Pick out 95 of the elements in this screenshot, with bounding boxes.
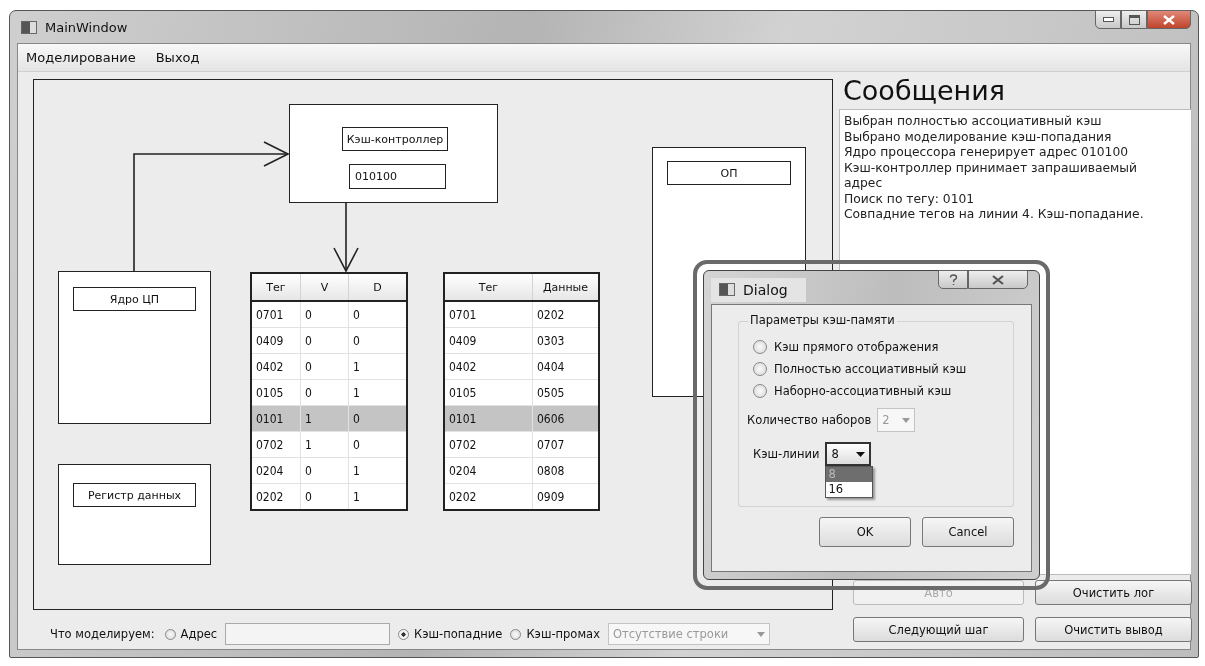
close-button[interactable] <box>1147 10 1191 29</box>
block-label: Ядро ЦП <box>73 287 196 311</box>
table-row[interactable]: 0101 1 0 <box>251 405 407 432</box>
close-icon <box>992 274 1004 285</box>
table-cell: 0409 <box>251 327 301 354</box>
column-header: Данные <box>532 273 599 301</box>
maximize-button[interactable] <box>1121 10 1147 29</box>
table-cell: 0 <box>300 353 349 380</box>
table-row[interactable]: 0402 0 1 <box>251 353 407 380</box>
table-row[interactable]: 0409 0303 <box>444 327 599 354</box>
radio-icon[interactable] <box>753 384 767 398</box>
group-title: Параметры кэш-памяти <box>748 313 897 327</box>
menu-item[interactable]: Моделирование <box>26 50 136 65</box>
caret-icon <box>756 631 765 637</box>
radio-icon[interactable] <box>753 362 767 376</box>
close-icon <box>1163 14 1175 25</box>
radio-option[interactable]: Полностью ассоциативный кэш <box>753 362 1005 376</box>
minimize-button[interactable] <box>1095 10 1121 29</box>
block-label: ОП <box>667 161 791 185</box>
table-cell: 0402 <box>251 353 301 380</box>
table-row[interactable]: 0702 0707 <box>444 431 599 458</box>
table-cell: 0 <box>300 457 349 484</box>
window-icon <box>21 20 37 34</box>
column-header: Тег <box>444 273 533 301</box>
action-button[interactable]: Очистить вывод <box>1035 617 1192 642</box>
menu-item[interactable]: Выход <box>155 50 200 65</box>
field-label: Количество наборов <box>747 413 872 427</box>
dialog-title: Dialog <box>743 281 788 298</box>
radio-icon[interactable] <box>510 628 522 640</box>
window-title: MainWindow <box>45 19 128 35</box>
log-line: Ядро процессора генерирует адрес 010100 <box>844 145 1130 161</box>
table-cell: 0402 <box>444 353 533 380</box>
column-header: D <box>348 273 407 301</box>
radio-option[interactable]: Кэш прямого отображения <box>753 340 1005 354</box>
action-button[interactable]: Следующий шаг <box>853 617 1024 642</box>
block-label: Кэш-контроллер <box>342 127 448 151</box>
radio-icon[interactable] <box>164 628 176 640</box>
caret-icon <box>856 451 866 457</box>
dropdown-option[interactable]: 16 <box>826 482 873 497</box>
log-line: Кэш-контроллер принимает запрашиваемый адрес <box>844 160 1138 192</box>
table-row[interactable]: 0204 0 1 <box>251 457 407 484</box>
radio-icon[interactable] <box>398 628 410 640</box>
table-cell: 0701 <box>444 301 533 328</box>
log-line: Выбрано моделирование кэш-попадания <box>844 129 1113 145</box>
address-field: 010100 <box>349 164 446 189</box>
dropdown[interactable]: 8 <box>825 442 872 466</box>
address-input[interactable] <box>225 623 391 645</box>
dialog-button[interactable]: OK <box>819 517 911 547</box>
table-row[interactable]: 0701 0202 <box>444 301 599 328</box>
mode-label: Что моделируем: <box>50 627 155 641</box>
table-cell: 0606 <box>532 405 599 432</box>
log-line: Выбран полностью ассоциативный кэш <box>844 114 1103 130</box>
table-row[interactable]: 0105 0 1 <box>251 379 407 406</box>
radio-option[interactable]: Кэш-попадние <box>398 627 503 641</box>
log-line: Совпадние тегов на линии 4. Кэш-попадание. <box>844 207 1145 223</box>
table-row[interactable]: 0202 0909 <box>444 483 599 510</box>
table-cell: 1 <box>300 431 349 458</box>
radio-icon[interactable] <box>753 340 767 354</box>
table-cell: 0 <box>300 379 349 406</box>
table-cell: 0701 <box>251 301 301 328</box>
block-label: Регистр данных <box>73 483 196 507</box>
dialog-button[interactable]: Cancel <box>922 517 1014 547</box>
help-button[interactable] <box>938 270 968 289</box>
table-cell: 0101 <box>251 405 301 432</box>
table-row[interactable]: 0702 1 0 <box>251 431 407 458</box>
table-row[interactable]: 0409 0 0 <box>251 327 407 354</box>
column-header: Тег <box>251 273 301 301</box>
question-mark-icon <box>948 273 958 286</box>
action-button[interactable]: Очистить лог <box>1035 580 1192 605</box>
table-cell: 0101 <box>444 405 533 432</box>
table-cell: 0204 <box>251 457 301 484</box>
table-row[interactable]: 0204 0808 <box>444 457 599 484</box>
table-cell: 0702 <box>444 431 533 458</box>
column-header: V <box>300 273 349 301</box>
table-cell: 0105 <box>444 379 533 406</box>
table-row[interactable]: 0105 0505 <box>444 379 599 406</box>
log-line: Поиск по тегу: 0101 <box>844 191 976 207</box>
caret-icon <box>902 417 911 423</box>
field-label: Кэш-линии <box>753 447 820 461</box>
table-row[interactable]: 0402 0404 <box>444 353 599 380</box>
table-cell: 0204 <box>444 457 533 484</box>
table-cell: 0 <box>300 327 349 354</box>
radio-option[interactable]: Наборно-ассоциативный кэш <box>753 384 1005 398</box>
table-cell: 0105 <box>251 379 301 406</box>
table-row[interactable]: 0202 0 1 <box>251 483 407 510</box>
table-cell: 0702 <box>251 431 301 458</box>
table-row[interactable]: 0701 0 0 <box>251 301 407 328</box>
messages-title: Сообщения <box>842 74 1007 108</box>
table-cell: 0409 <box>444 327 533 354</box>
table-cell: 0 <box>300 301 349 328</box>
close-button[interactable] <box>968 270 1028 289</box>
radio-option[interactable]: Кэш-промах <box>510 627 600 641</box>
table-row[interactable]: 0101 0606 <box>444 405 599 432</box>
radio-option[interactable]: Адрес <box>164 627 218 641</box>
window-icon <box>719 283 735 296</box>
